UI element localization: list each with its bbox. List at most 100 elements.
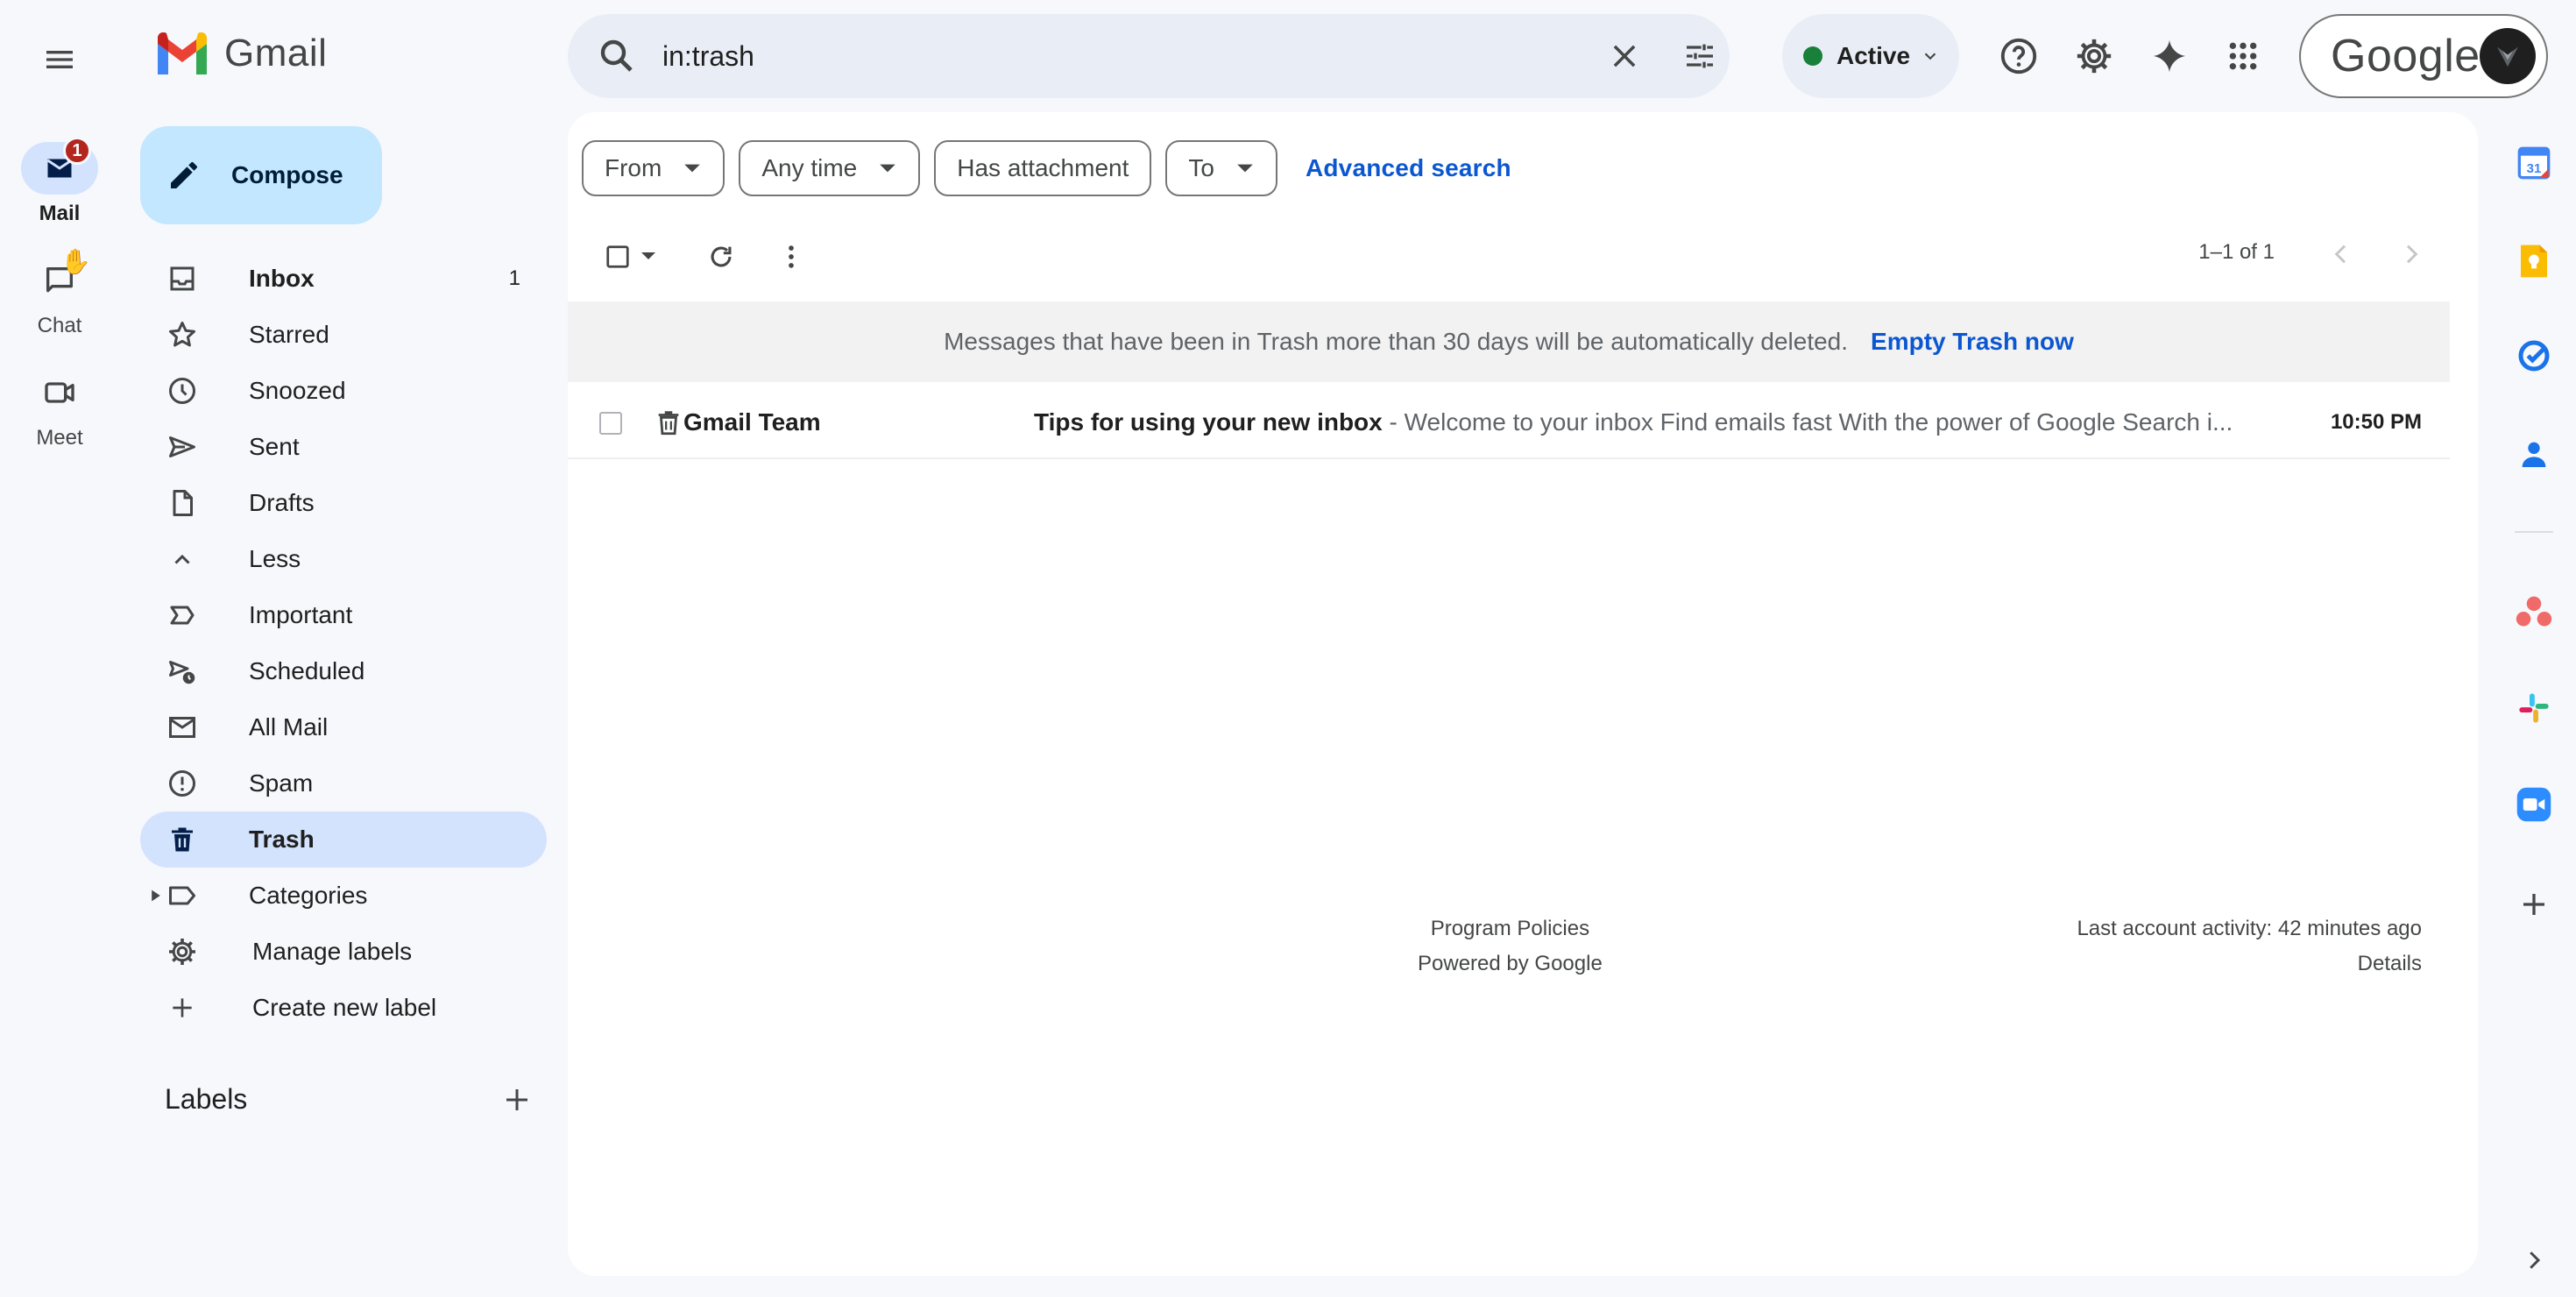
zoom-icon: [2516, 787, 2551, 822]
more-actions-button[interactable]: [776, 242, 806, 272]
add-label-plus-icon[interactable]: [501, 1084, 533, 1116]
nav-item-snoozed[interactable]: Snoozed: [140, 363, 547, 419]
footer-activity: Last account activity: 42 minutes ago De…: [2077, 911, 2422, 982]
account-button[interactable]: Google: [2299, 14, 2548, 98]
nav-item-important[interactable]: Important: [140, 587, 547, 643]
older-page-button[interactable]: [2397, 240, 2425, 268]
contacts-icon: [2522, 442, 2546, 467]
keep-app-button[interactable]: [2513, 240, 2555, 282]
nav-item-less[interactable]: Less: [140, 531, 547, 587]
nav-item-starred[interactable]: Starred: [140, 307, 547, 363]
filter-chip-to[interactable]: To: [1165, 140, 1277, 196]
nav-label: Create new label: [252, 994, 437, 1021]
asana-app-button[interactable]: [2513, 591, 2555, 633]
rail-meet-pill: [21, 366, 98, 419]
activity-details-link[interactable]: Details: [2077, 946, 2422, 982]
advanced-search-link[interactable]: Advanced search: [1306, 154, 1511, 182]
search-input[interactable]: [662, 32, 1258, 81]
apps-grid-icon: [2229, 42, 2257, 70]
checkbox-icon: [606, 245, 629, 268]
compose-button[interactable]: Compose: [140, 126, 382, 224]
tasks-app-button[interactable]: [2513, 335, 2555, 377]
empty-trash-button[interactable]: Empty Trash now: [1871, 328, 2074, 356]
plus-icon: [2523, 894, 2544, 915]
avatar: [2480, 28, 2536, 84]
main-menu-button[interactable]: [26, 26, 93, 93]
chevron-up-icon: [174, 554, 190, 564]
spam-icon: [169, 770, 195, 797]
nav-item-scheduled[interactable]: Scheduled: [140, 643, 547, 699]
rail-mail[interactable]: 1 Mail: [0, 137, 119, 226]
hide-side-panel-button[interactable]: [2513, 1239, 2555, 1281]
plus-icon: [173, 998, 192, 1017]
more-vert-icon: [789, 245, 794, 268]
clear-search-button[interactable]: [1602, 33, 1647, 79]
nav-item-manage-labels[interactable]: Manage labels: [140, 924, 547, 980]
rail-meet[interactable]: Meet: [0, 366, 119, 450]
nav-item-sent[interactable]: Sent: [140, 419, 547, 475]
select-all-checkbox[interactable]: [605, 244, 631, 270]
nav-item-spam[interactable]: Spam: [140, 755, 547, 812]
close-icon: [1613, 45, 1636, 67]
nav-label: Less: [249, 545, 301, 572]
slack-icon: [2519, 693, 2549, 723]
gmail-logo[interactable]: Gmail: [154, 32, 327, 75]
newer-page-button[interactable]: [2327, 240, 2355, 268]
slack-app-button[interactable]: [2513, 687, 2555, 729]
rail-meet-label: Meet: [36, 426, 83, 450]
settings-button[interactable]: [2064, 26, 2124, 86]
search-options-button[interactable]: [1677, 33, 1723, 79]
nav-item-drafts[interactable]: Drafts: [140, 475, 547, 531]
search-bar: [568, 14, 1730, 98]
program-policies-link[interactable]: Program Policies: [1418, 911, 1603, 946]
zoom-app-button[interactable]: [2513, 783, 2555, 826]
select-menu-button[interactable]: [640, 247, 657, 265]
row-checkbox[interactable]: [599, 412, 622, 435]
calendar-app-button[interactable]: 31: [2513, 142, 2555, 184]
asana-icon: [2516, 596, 2552, 627]
scheduled-icon: [169, 661, 195, 684]
filter-chip-from[interactable]: From: [582, 140, 725, 196]
tune-icon: [1687, 44, 1713, 68]
star-icon: [169, 322, 195, 347]
hamburger-icon: [46, 51, 73, 68]
nav-item-all-mail[interactable]: All Mail: [140, 699, 547, 755]
filter-chip-has-attachment[interactable]: Has attachment: [934, 140, 1152, 196]
chevron-right-icon: [2530, 1251, 2541, 1269]
nav-label: Important: [249, 601, 353, 628]
main-panel: From Any time Has attachment To Advanced…: [568, 112, 2478, 1276]
labels-section-header: Labels: [165, 1083, 533, 1116]
chip-label: Has attachment: [957, 154, 1129, 181]
inbox-icon: [170, 266, 195, 291]
folder-nav: Inbox 1 Starred Snoozed Sent Drafts Less…: [140, 251, 547, 1036]
pagination-range: 1–1 of 1: [2198, 240, 2275, 264]
nav-item-create-label[interactable]: Create new label: [140, 980, 547, 1036]
search-icon[interactable]: [596, 35, 638, 77]
video-camera-icon: [45, 382, 74, 403]
add-addon-button[interactable]: [2513, 883, 2555, 925]
keep-icon: [2521, 245, 2547, 278]
table-row[interactable]: Gmail Team Tips for using your new inbox…: [568, 386, 2450, 459]
chevron-left-icon: [2334, 245, 2346, 264]
rail-mail-pill: 1: [21, 137, 98, 195]
message-subject-line: Tips for using your new inbox - Welcome …: [1034, 408, 2261, 436]
rail-chat[interactable]: ✋ Chat: [0, 248, 119, 338]
refresh-button[interactable]: [706, 242, 736, 272]
nav-label: All Mail: [249, 713, 329, 741]
nav-item-categories[interactable]: Categories: [140, 868, 547, 924]
nav-item-inbox[interactable]: Inbox 1: [140, 251, 547, 307]
expand-triangle-icon[interactable]: [149, 889, 163, 903]
side-panel-divider: [2515, 531, 2553, 533]
dropdown-arrow-icon: [684, 164, 701, 173]
trash-notice-banner: Messages that have been in Trash more th…: [568, 301, 2450, 382]
avatar-logo-icon: [2497, 46, 2518, 67]
nav-item-trash[interactable]: Trash: [140, 812, 547, 868]
support-button[interactable]: [1989, 26, 2049, 86]
calendar-icon: 31: [2517, 146, 2551, 180]
apps-button[interactable]: [2213, 26, 2273, 86]
gemini-button[interactable]: [2140, 26, 2199, 86]
filter-chip-any-time[interactable]: Any time: [739, 140, 921, 196]
status-selector[interactable]: Active: [1782, 14, 1959, 98]
gear-icon: [169, 939, 195, 965]
contacts-app-button[interactable]: [2513, 433, 2555, 475]
